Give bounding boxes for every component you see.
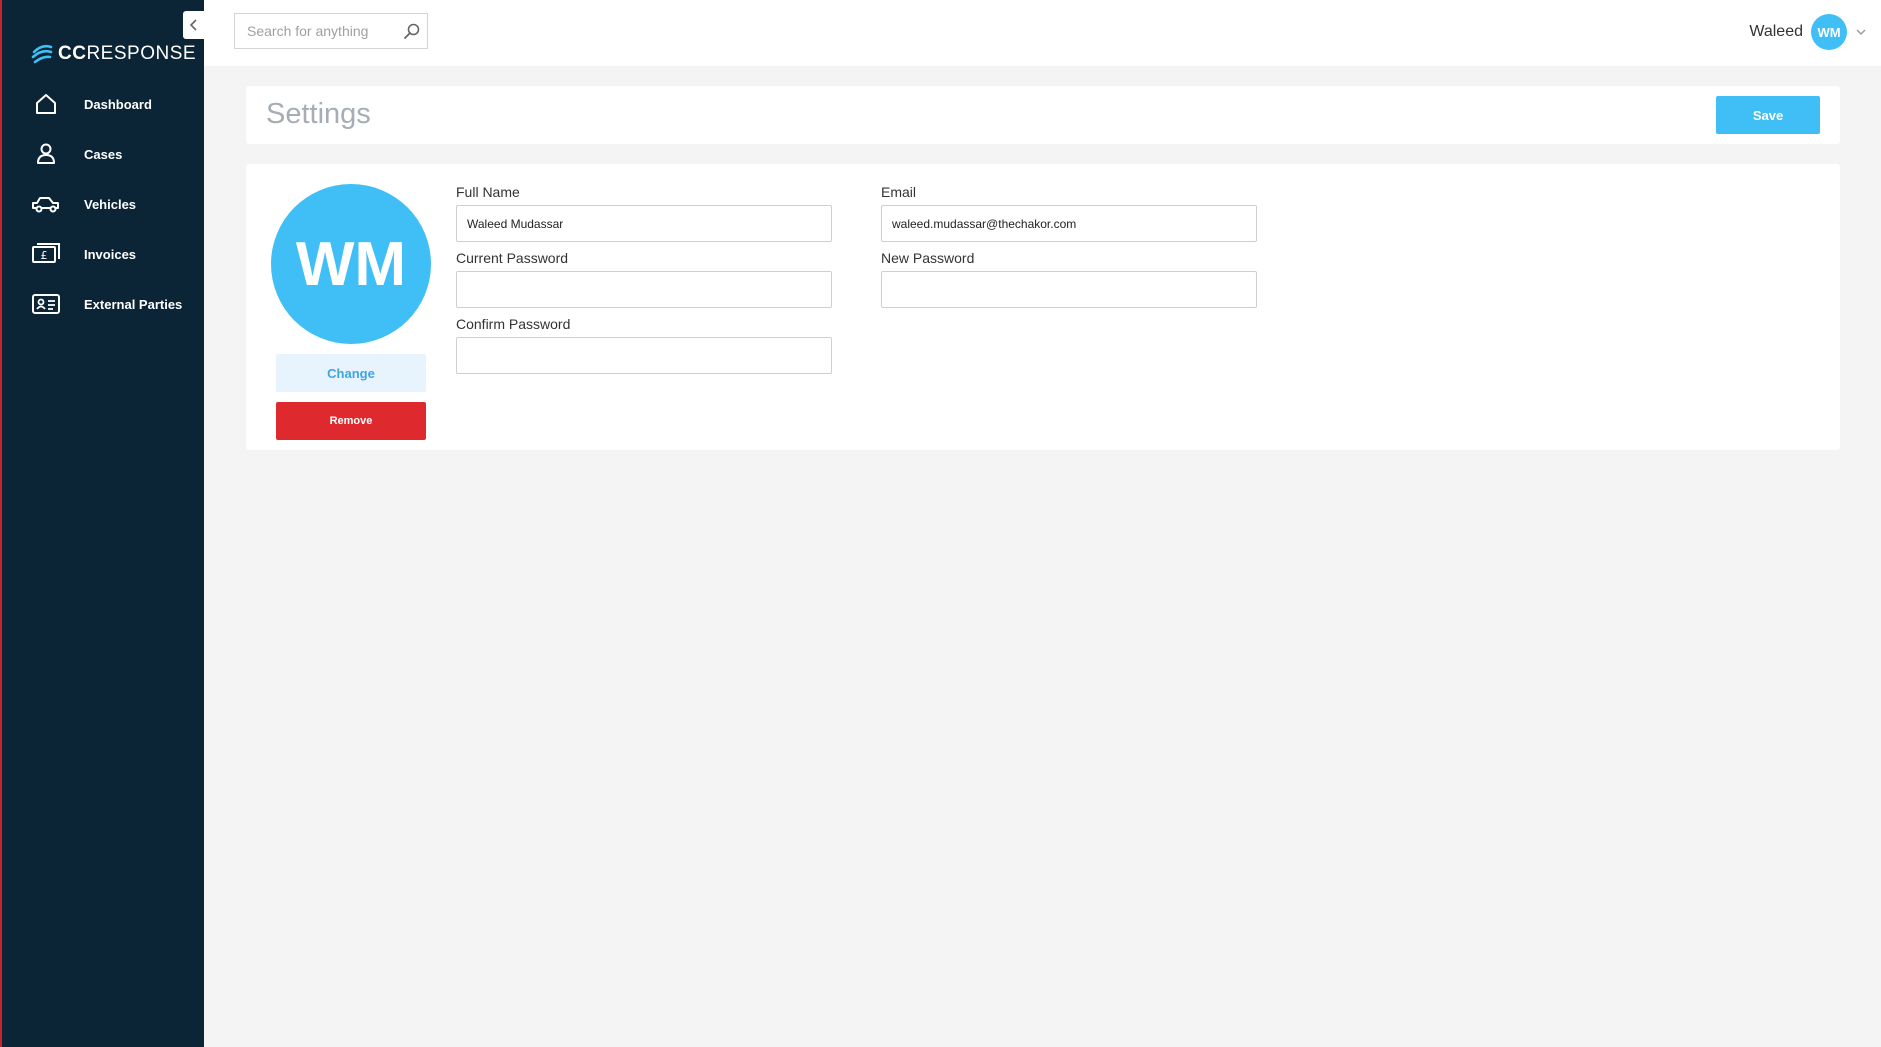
logo-swoosh-icon (31, 44, 53, 64)
sidebar-item-label: External Parties (84, 296, 183, 312)
user-menu[interactable]: Waleed WM (1749, 14, 1867, 50)
sidebar-item-label: Invoices (84, 246, 137, 262)
full-name-label: Full Name (456, 184, 520, 200)
current-password-label: Current Password (456, 250, 569, 266)
search-input[interactable] (245, 22, 397, 40)
sidebar-item-label: Vehicles (84, 196, 137, 212)
sidebar: CCRESPONSE Dashboard Cases Vehicles £ In… (0, 0, 204, 1047)
sidebar-item-external-parties[interactable]: External Parties (30, 286, 200, 322)
new-password-field: New Password (881, 250, 1257, 308)
new-password-label: New Password (881, 250, 975, 266)
avatar[interactable]: WM (1811, 14, 1847, 50)
profile-form-card: WM Change Remove Full Name Email Current… (246, 164, 1840, 450)
sidebar-item-label: Dashboard (84, 96, 152, 112)
search-box (234, 13, 428, 49)
confirm-password-input[interactable] (456, 337, 832, 374)
topbar: Waleed WM (204, 0, 1881, 66)
svg-text:£: £ (41, 249, 48, 262)
page-title: Settings (266, 98, 371, 130)
sidebar-item-cases[interactable]: Cases (30, 136, 200, 172)
app-logo[interactable]: CCRESPONSE (30, 40, 196, 68)
search-icon[interactable] (397, 22, 427, 40)
full-name-field: Full Name (456, 184, 832, 242)
remove-avatar-button[interactable]: Remove (276, 402, 426, 440)
person-icon (30, 138, 62, 170)
email-input[interactable] (881, 205, 1257, 242)
user-name: Waleed (1749, 23, 1803, 40)
save-button[interactable]: Save (1716, 96, 1820, 134)
sidebar-item-dashboard[interactable]: Dashboard (30, 86, 200, 122)
chevron-down-icon[interactable] (1855, 27, 1867, 37)
full-name-input[interactable] (456, 205, 832, 242)
email-field: Email (881, 184, 1257, 242)
id-card-icon (30, 288, 62, 320)
chevron-left-icon (189, 19, 197, 31)
logo-text: CCRESPONSE (58, 43, 197, 64)
current-password-field: Current Password (456, 250, 832, 308)
home-icon (30, 88, 62, 120)
sidebar-item-label: Cases (84, 146, 123, 162)
new-password-input[interactable] (881, 271, 1257, 308)
vehicle-icon (30, 188, 62, 220)
change-avatar-button[interactable]: Change (276, 354, 426, 392)
invoice-icon: £ (30, 238, 62, 270)
email-label: Email (881, 184, 917, 200)
current-password-input[interactable] (456, 271, 832, 308)
sidebar-item-vehicles[interactable]: Vehicles (30, 186, 200, 222)
collapse-sidebar-button[interactable] (183, 11, 204, 39)
confirm-password-label: Confirm Password (456, 316, 571, 332)
sidebar-item-invoices[interactable]: £ Invoices (30, 236, 200, 272)
profile-avatar: WM (271, 184, 431, 344)
settings-header: Settings Save (246, 86, 1840, 144)
confirm-password-field: Confirm Password (456, 316, 832, 374)
